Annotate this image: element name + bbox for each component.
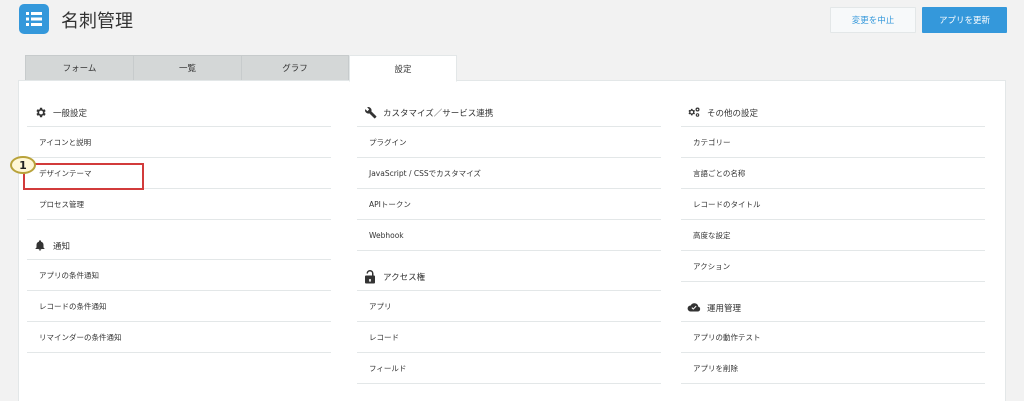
section-general: 一般設定 [27, 99, 331, 127]
tab-list[interactable]: 一覧 [133, 55, 241, 81]
section-operations: 運用管理 [681, 294, 985, 322]
settings-tabs: フォーム 一覧 グラフ 設定 [25, 55, 457, 82]
settings-column-general: 一般設定 アイコンと説明 デザインテーマ プロセス管理 通知 アプリの条件通知 … [27, 99, 331, 353]
section-title: その他の設定 [707, 108, 759, 119]
menu-item-delete-app[interactable]: アプリを削除 [681, 353, 985, 384]
section-title: アクセス権 [383, 272, 426, 283]
menu-item-app-notifications[interactable]: アプリの条件通知 [27, 260, 331, 291]
menu-item-webhook[interactable]: Webhook [357, 220, 661, 251]
menu-item-process-management[interactable]: プロセス管理 [27, 189, 331, 220]
wrench-icon [363, 106, 377, 120]
update-app-button[interactable]: アプリを更新 [922, 7, 1007, 33]
menu-item-record-notifications[interactable]: レコードの条件通知 [27, 291, 331, 322]
cancel-changes-button[interactable]: 変更を中止 [830, 7, 916, 33]
list-icon [19, 4, 49, 34]
section-notifications: 通知 [27, 232, 331, 260]
cloud-icon [687, 301, 701, 315]
menu-item-api-token[interactable]: APIトークン [357, 189, 661, 220]
menu-item-field-permissions[interactable]: フィールド [357, 353, 661, 384]
settings-panel: 一般設定 アイコンと説明 デザインテーマ プロセス管理 通知 アプリの条件通知 … [18, 80, 1006, 401]
menu-item-test-app[interactable]: アプリの動作テスト [681, 322, 985, 353]
menu-item-record-permissions[interactable]: レコード [357, 322, 661, 353]
section-other: その他の設定 [681, 99, 985, 127]
menu-item-icon-description[interactable]: アイコンと説明 [27, 127, 331, 158]
menu-item-plugins[interactable]: プラグイン [357, 127, 661, 158]
gear-icon [33, 106, 47, 120]
gears-icon [687, 106, 701, 120]
callout-badge: 1 [10, 156, 36, 174]
menu-item-categories[interactable]: カテゴリー [681, 127, 985, 158]
settings-column-customize: カスタマイズ／サービス連携 プラグイン JavaScript / CSSでカスタ… [357, 99, 661, 384]
app-title: 名刺管理 [61, 11, 133, 32]
tab-settings[interactable]: 設定 [349, 55, 457, 82]
section-permissions: アクセス権 [357, 263, 661, 291]
lock-icon [363, 269, 377, 284]
menu-item-actions[interactable]: アクション [681, 251, 985, 282]
menu-item-advanced-settings[interactable]: 高度な設定 [681, 220, 985, 251]
settings-column-other: その他の設定 カテゴリー 言語ごとの名称 レコードのタイトル 高度な設定 アクシ… [681, 99, 985, 384]
menu-item-app-permissions[interactable]: アプリ [357, 291, 661, 322]
tab-graph[interactable]: グラフ [241, 55, 349, 81]
bell-icon [33, 239, 47, 253]
menu-item-js-css-customize[interactable]: JavaScript / CSSでカスタマイズ [357, 158, 661, 189]
tab-form[interactable]: フォーム [25, 55, 133, 81]
menu-item-record-title[interactable]: レコードのタイトル [681, 189, 985, 220]
highlight-box [23, 163, 144, 190]
app-header: 名刺管理 変更を中止 アプリを更新 [0, 0, 1024, 52]
menu-item-reminder-notifications[interactable]: リマインダーの条件通知 [27, 322, 331, 353]
section-title: 一般設定 [53, 108, 88, 119]
section-customize: カスタマイズ／サービス連携 [357, 99, 661, 127]
section-title: カスタマイズ／サービス連携 [383, 108, 494, 119]
section-title: 運用管理 [707, 303, 742, 314]
menu-item-localized-names[interactable]: 言語ごとの名称 [681, 158, 985, 189]
section-title: 通知 [53, 241, 71, 252]
